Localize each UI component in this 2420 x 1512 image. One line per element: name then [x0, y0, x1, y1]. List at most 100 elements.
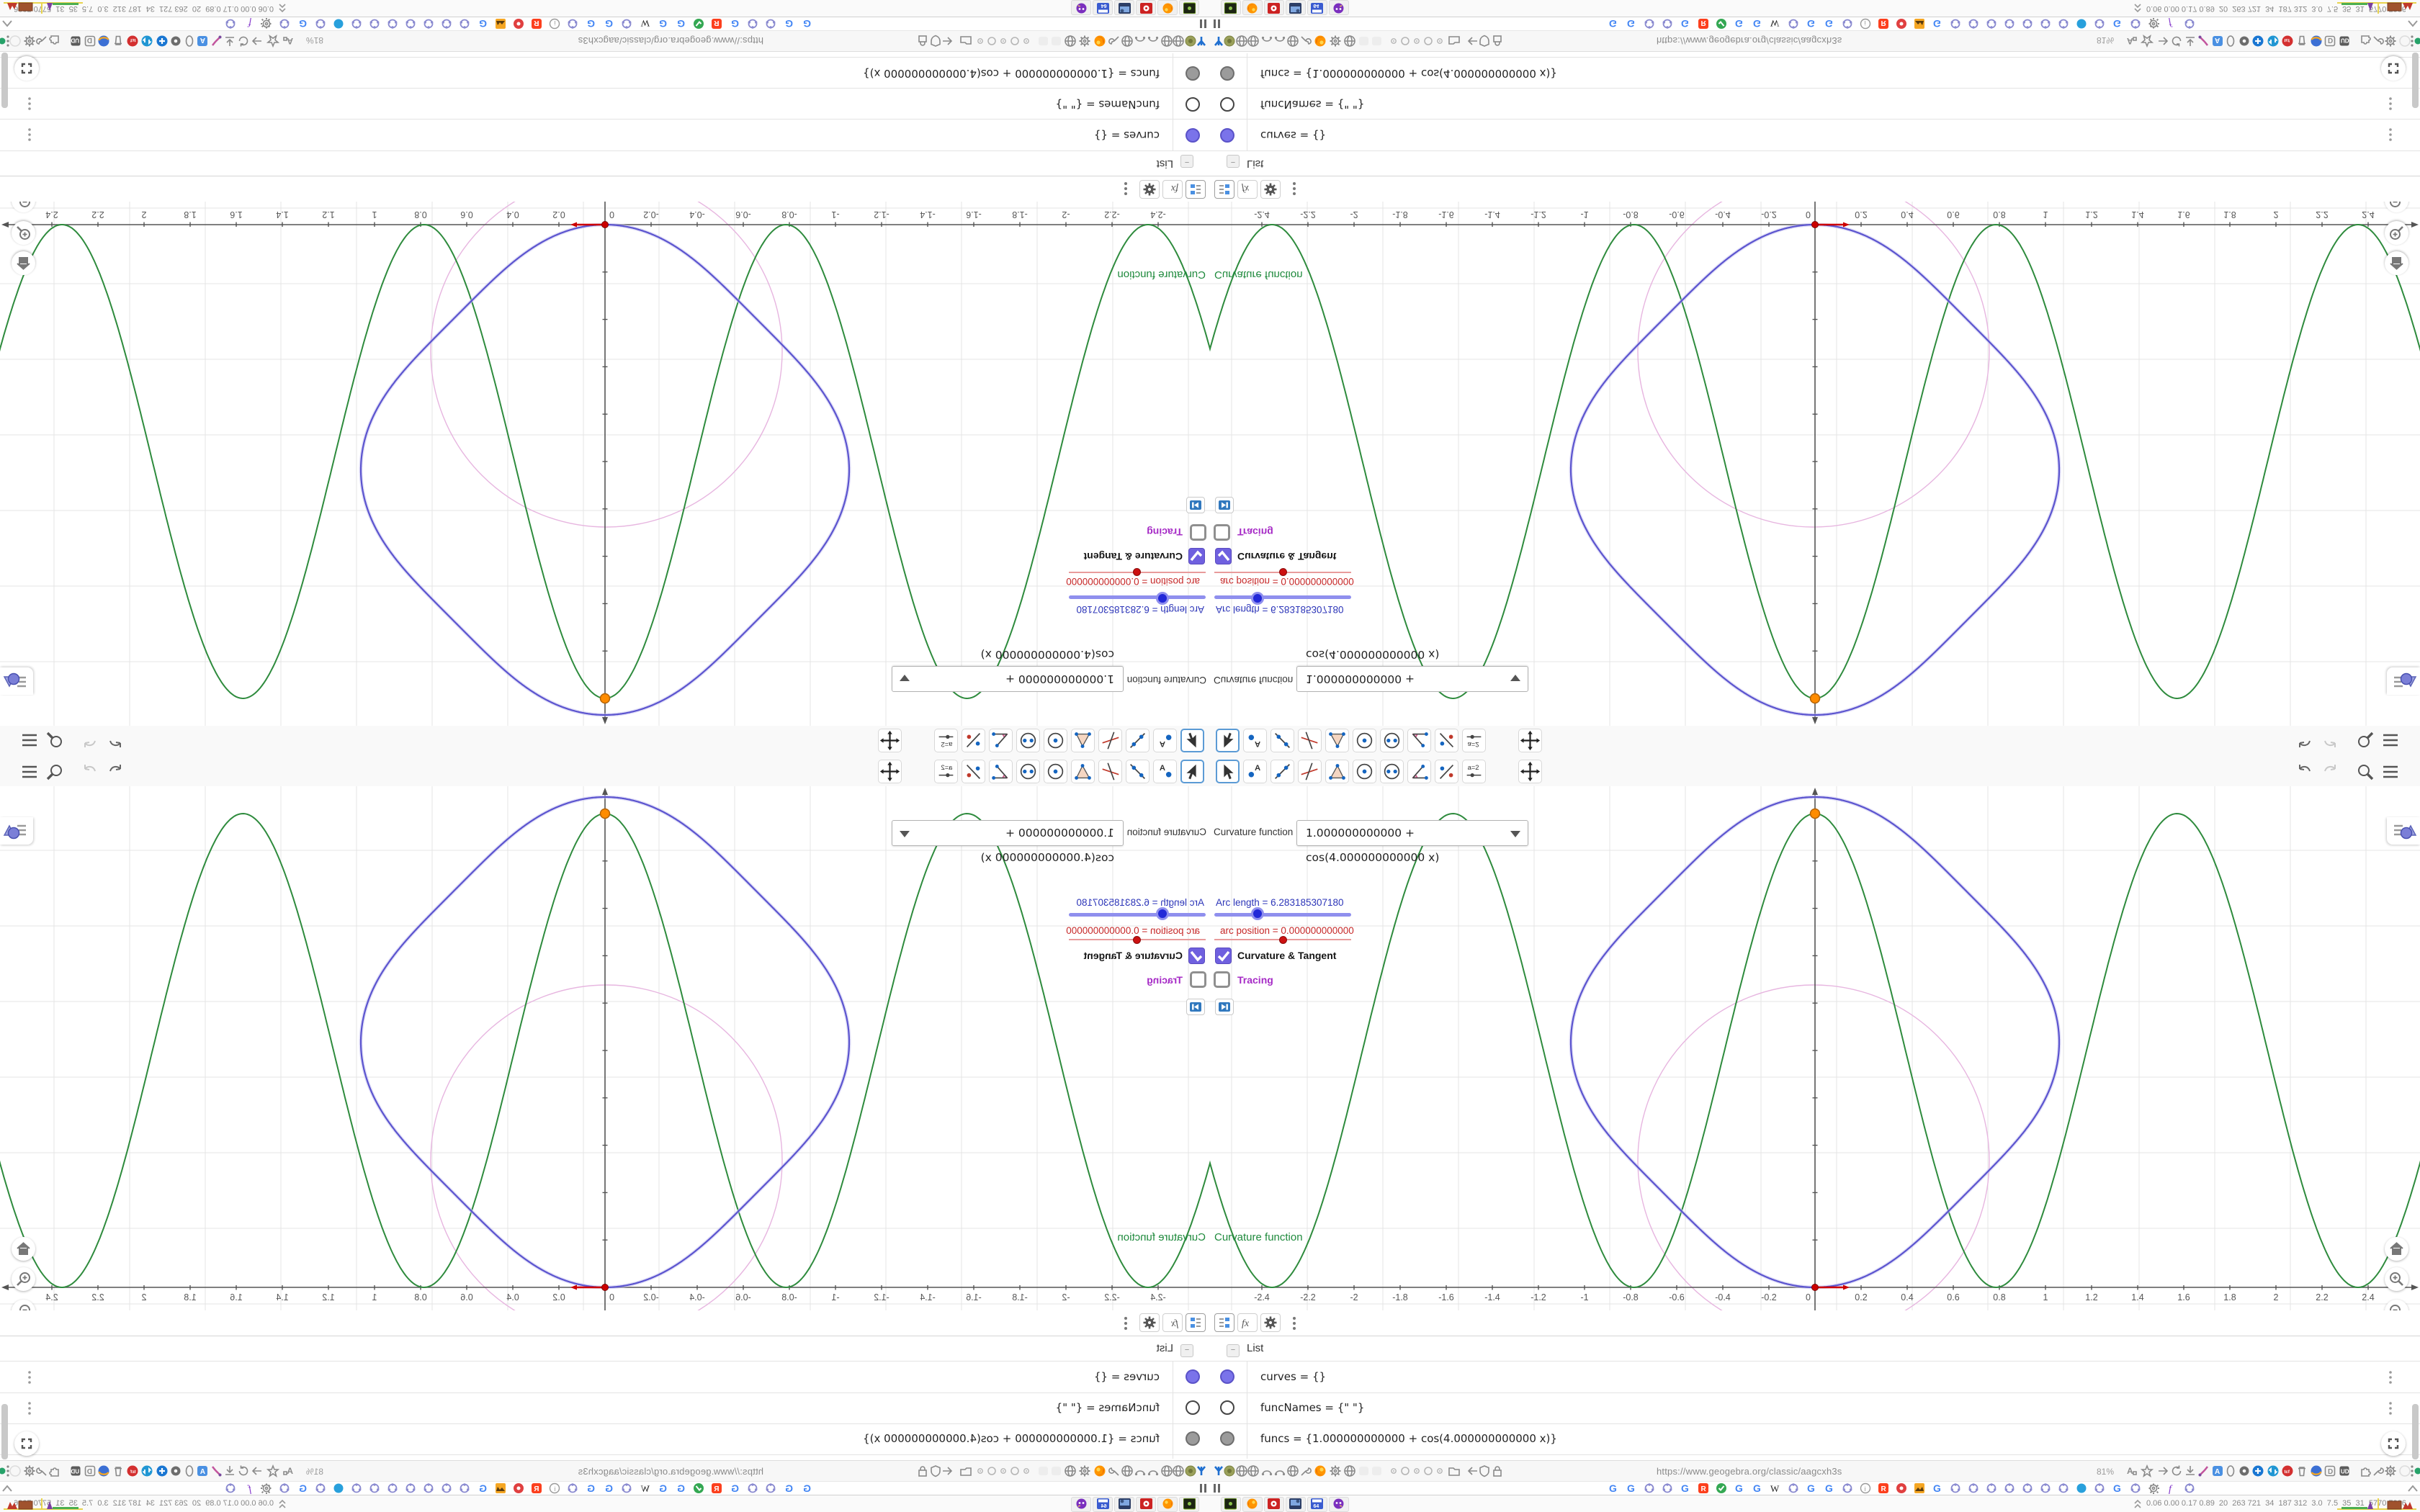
star-icon[interactable]: [2140, 31, 2154, 48]
visibility-toggle-funcnames[interactable]: [1220, 97, 1234, 112]
algebra-row-funcnames[interactable]: funcNames = {" "}: [1056, 1401, 1160, 1414]
tab-favicon-geo[interactable]: [2094, 18, 2105, 30]
taskbar-app-display-settings[interactable]: [1286, 0, 1306, 15]
taskbar-app-terminal[interactable]: [1221, 1497, 1241, 1512]
tool-move-graphics-view[interactable]: [878, 760, 902, 783]
play-step-button[interactable]: [1186, 999, 1205, 1015]
tab-favicon-g[interactable]: G: [1806, 18, 1817, 30]
tab-favicon-geo[interactable]: [423, 1482, 434, 1494]
gear-icon[interactable]: [1329, 1464, 1342, 1481]
menu-icon[interactable]: [20, 762, 39, 781]
badge-icon[interactable]: [1184, 31, 1197, 48]
tab-favicon-geo[interactable]: [621, 1482, 632, 1494]
record-circle-icon[interactable]: tcf: [126, 1464, 139, 1481]
tool-perpendicular-line[interactable]: [1298, 729, 1322, 752]
taskbar-app-terminal[interactable]: [1179, 1497, 1199, 1512]
settings-gear-button[interactable]: [1139, 180, 1160, 199]
tool-move[interactable]: [1180, 760, 1204, 783]
tab-favicon-g[interactable]: G: [585, 18, 596, 30]
oval-icon[interactable]: [183, 1464, 196, 1481]
globe-icon[interactable]: [1121, 31, 1134, 48]
tab-favicon-geo[interactable]: [2094, 1482, 2105, 1494]
reload-icon[interactable]: [237, 1464, 250, 1481]
tab-favicon-orange[interactable]: [495, 1482, 506, 1494]
ghost-icon[interactable]: [1036, 31, 1049, 48]
algebra-row-funcnames[interactable]: funcNames = {" "}: [1056, 98, 1160, 111]
lock-icon[interactable]: [1491, 1464, 1504, 1481]
tab-favicon-geo[interactable]: [567, 18, 578, 30]
url-field[interactable]: https://www.geogebra.org/classic/aagcxh3…: [1657, 1466, 1842, 1477]
tool-move-graphics-view[interactable]: [1518, 729, 1542, 752]
tab-favicon-gearf[interactable]: [2148, 1482, 2160, 1495]
lock-icon[interactable]: [916, 1464, 929, 1481]
tab-favicon-geo[interactable]: [2004, 18, 2015, 30]
reload-icon[interactable]: [237, 31, 250, 48]
tab-favicon-blue[interactable]: [333, 1482, 344, 1494]
reader-icon[interactable]: A: [282, 31, 295, 48]
curvature-tangent-checkbox[interactable]: [1188, 548, 1205, 564]
tool-reflect-about-line[interactable]: [1435, 729, 1458, 752]
gear-icon[interactable]: [1078, 1464, 1091, 1481]
badge-icon[interactable]: [1223, 31, 1236, 48]
tracing-checkbox[interactable]: [1190, 971, 1206, 988]
u-box-icon[interactable]: UD: [2338, 1464, 2351, 1481]
arc-icon[interactable]: [1147, 31, 1160, 48]
tab-favicon-g[interactable]: G: [1734, 18, 1745, 30]
globe-color-icon[interactable]: [97, 1464, 110, 1481]
tab-favicon-geo[interactable]: [2130, 18, 2141, 30]
tab-favicon-info[interactable]: i: [549, 1482, 560, 1494]
algebra-row-funcnames[interactable]: funcNames = {" "}: [1260, 1401, 1364, 1414]
home-button[interactable]: [2385, 1237, 2408, 1261]
wrench-icon[interactable]: [1108, 31, 1121, 48]
download-icon[interactable]: [223, 31, 236, 48]
tab-favicon-g[interactable]: G: [657, 18, 668, 30]
tab-favicon-geo[interactable]: [405, 1482, 416, 1494]
visibility-toggle-curves[interactable]: [1220, 1369, 1234, 1384]
tab-favicon-fvio[interactable]: f: [2166, 1482, 2177, 1495]
shield-icon[interactable]: [929, 31, 942, 48]
tab-favicon-red[interactable]: [1896, 18, 1907, 30]
tool-angle[interactable]: [989, 760, 1013, 783]
tab-favicon-g[interactable]: G: [297, 18, 308, 30]
tool-move[interactable]: [1216, 729, 1240, 752]
tab-favicon-geo[interactable]: [441, 18, 452, 30]
dot-small-icon[interactable]: [974, 31, 987, 48]
oval-icon[interactable]: [2224, 31, 2237, 48]
u-box-icon[interactable]: UD: [2338, 31, 2351, 48]
record-circle-icon[interactable]: tcf: [2281, 1464, 2294, 1481]
ghost-icon[interactable]: [1358, 31, 1371, 48]
tab-favicon-geo[interactable]: [279, 1482, 290, 1494]
d-box-icon[interactable]: D: [2323, 1464, 2336, 1481]
tool-reflect-about-line[interactable]: [962, 760, 985, 783]
translate-icon[interactable]: A: [196, 1464, 209, 1481]
play-step-button[interactable]: [1215, 497, 1234, 513]
function-dropdown[interactable]: 1.000000000000 + cos(4.000000000000 x): [892, 820, 1124, 864]
tab-favicon-check[interactable]: [1716, 18, 1727, 30]
taskbar-app-chat[interactable]: [1329, 0, 1349, 15]
brush-icon[interactable]: [210, 1464, 223, 1481]
arc-position-slider-handle[interactable]: [1133, 568, 1141, 576]
gear-icon[interactable]: [23, 31, 36, 48]
tab-favicon-g[interactable]: G: [1752, 1482, 1763, 1494]
arrow-left-icon[interactable]: [941, 31, 954, 48]
tab-favicon-ya[interactable]: R: [1698, 18, 1709, 30]
wrench-icon[interactable]: [35, 1464, 48, 1481]
zoom-in-button[interactable]: [12, 1267, 35, 1291]
tool-move[interactable]: [1180, 729, 1204, 752]
taskbar-app-display-settings[interactable]: [1114, 0, 1134, 15]
redo-button[interactable]: [80, 762, 99, 781]
algebra-row-funcs[interactable]: funcs = {1.000000000000 + cos(4.00000000…: [863, 67, 1160, 80]
visibility-toggle-funcs[interactable]: [1220, 66, 1234, 81]
collapse-list-button[interactable]: −: [1180, 1344, 1193, 1357]
algebra-row-funcs[interactable]: funcs = {1.000000000000 + cos(4.00000000…: [1260, 1432, 1557, 1445]
tab-favicon-geo[interactable]: [459, 1482, 470, 1494]
green-dot-icon[interactable]: [0, 1464, 9, 1481]
tab-favicon-geo[interactable]: [2058, 1482, 2069, 1494]
ghost-icon[interactable]: [1358, 1464, 1371, 1481]
tool-move-graphics-view[interactable]: [878, 729, 902, 752]
tab-favicon-info[interactable]: i: [1860, 1482, 1871, 1494]
puzzle-icon[interactable]: [2360, 31, 2372, 48]
tab-favicon-g[interactable]: G: [729, 18, 740, 30]
tab-favicon-geo[interactable]: [1842, 1482, 1853, 1494]
tab-favicon-g[interactable]: G: [603, 1482, 614, 1494]
